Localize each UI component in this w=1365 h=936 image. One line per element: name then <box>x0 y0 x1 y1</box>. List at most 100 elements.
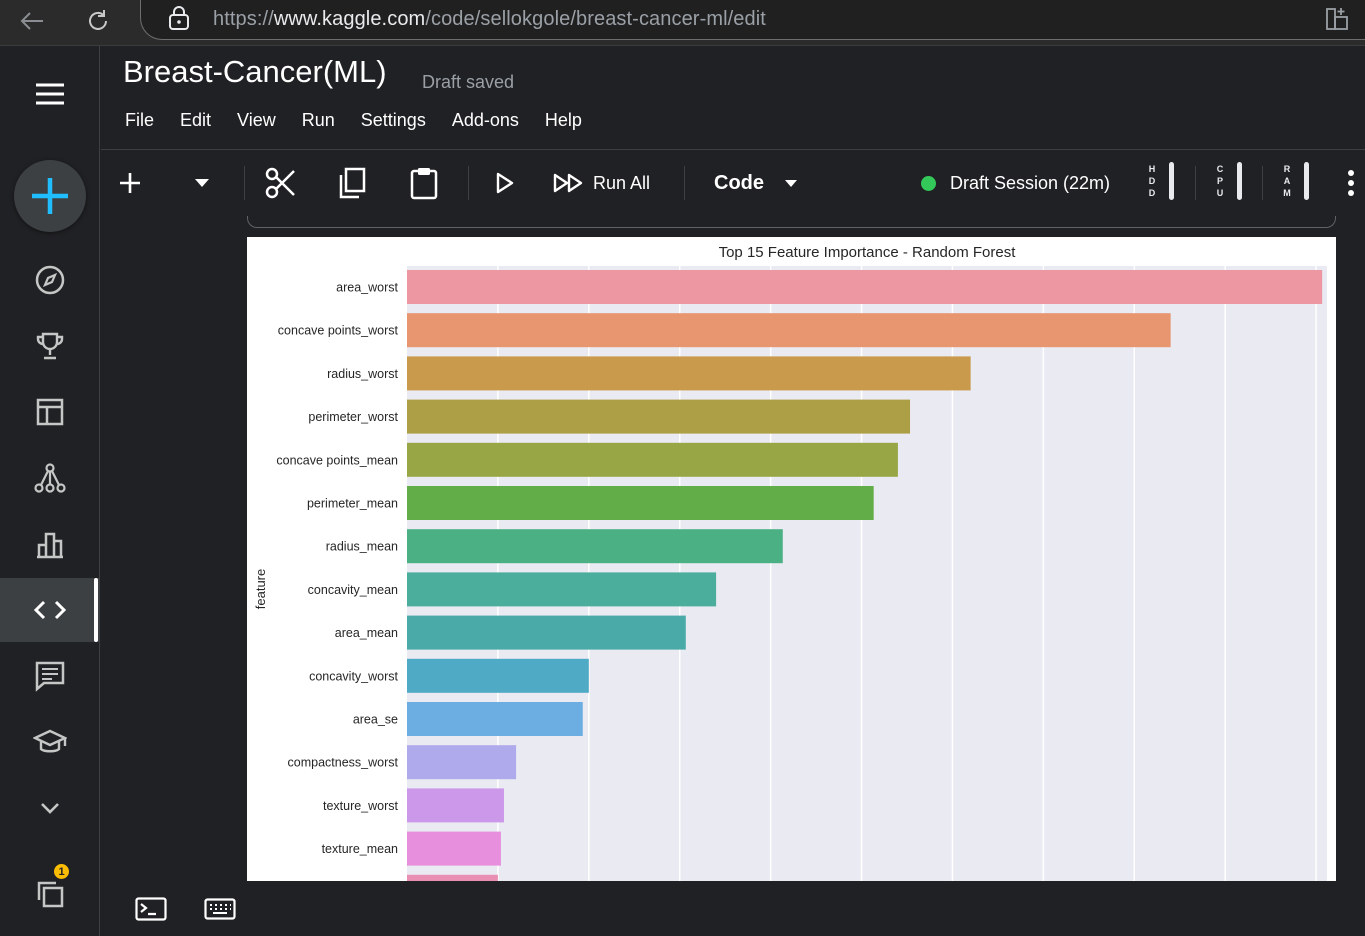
chart-bar <box>407 313 1171 348</box>
run-all-label: Run All <box>593 172 651 193</box>
more-vertical-icon <box>1348 170 1354 196</box>
trophy-icon <box>36 332 64 360</box>
reload-button[interactable] <box>81 4 115 38</box>
menu-add-ons[interactable]: Add-ons <box>452 110 519 131</box>
keyboard-shortcuts-button[interactable] <box>203 895 237 923</box>
discussion-icon <box>35 661 65 692</box>
more-options-button[interactable] <box>1341 164 1361 202</box>
menu-settings[interactable]: Settings <box>361 110 426 131</box>
copy-cell-button[interactable] <box>335 164 369 202</box>
menu-file[interactable]: File <box>125 110 154 131</box>
menu-edit[interactable]: Edit <box>180 110 211 131</box>
y-tick-label: concave points_worst <box>278 324 399 338</box>
ram-label: RAM <box>1283 164 1291 198</box>
url-path: /code/sellokgole/breast-cancer-ml/edit <box>425 8 766 30</box>
cell-output: Top 15 Feature Importance - Random Fores… <box>247 237 1336 881</box>
back-button[interactable] <box>15 4 49 38</box>
hamburger-menu-button[interactable] <box>0 62 100 126</box>
chart-bar <box>407 615 686 650</box>
copy-stack-icon <box>37 881 64 908</box>
sidebar-item-code[interactable] <box>0 578 100 642</box>
terminal-icon <box>135 897 167 921</box>
chart-bar <box>407 486 874 520</box>
copy-icon <box>339 167 366 199</box>
y-tick-label: concavity_mean <box>308 583 398 597</box>
hdd-usage-bar <box>1169 162 1174 200</box>
sidebar-item-competitions[interactable] <box>0 314 100 378</box>
session-status-dot <box>921 175 936 191</box>
url-text[interactable]: https://www.kaggle.com/code/sellokgole/b… <box>213 8 766 31</box>
session-label: Draft Session (22m) <box>950 172 1111 193</box>
paste-cell-button[interactable] <box>407 164 441 202</box>
hdd-meter[interactable]: HDD <box>1147 162 1174 200</box>
chart-title: Top 15 Feature Importance - Random Fores… <box>719 244 1017 261</box>
sidebar-item-discussions[interactable] <box>0 644 100 708</box>
toolbar-divider <box>244 166 245 200</box>
notebook-title[interactable]: Breast-Cancer(ML) <box>123 54 387 90</box>
console-button[interactable] <box>134 895 168 923</box>
learn-icon <box>33 729 67 753</box>
create-button[interactable] <box>14 160 86 232</box>
notebook-header: Breast-Cancer(ML) Draft saved File Edit … <box>101 46 1365 150</box>
chart-bar <box>407 572 717 607</box>
chart-bar <box>407 702 583 736</box>
lock-icon[interactable] <box>167 5 191 36</box>
y-tick-label: perimeter_worst <box>308 410 398 424</box>
notebook-toolbar: Run All Code Draft Session (22m) HDD CPU… <box>101 150 1365 216</box>
caret-down-icon <box>195 179 209 187</box>
hamburger-icon <box>36 83 64 105</box>
y-tick-label: concave points_mean <box>276 453 398 467</box>
sidebar-item-datasets[interactable] <box>0 380 100 444</box>
run-cell-button[interactable] <box>491 164 519 202</box>
menu-view[interactable]: View <box>237 110 276 131</box>
y-tick-label: area_worst <box>336 281 398 295</box>
notebook-editor: Top 15 Feature Importance - Random Fores… <box>101 216 1365 881</box>
chart-bar <box>407 745 517 780</box>
menu-bar: File Edit View Run Settings Add-ons Help <box>125 110 608 131</box>
cpu-meter[interactable]: CPU <box>1215 162 1242 200</box>
menu-help[interactable]: Help <box>545 110 582 131</box>
code-cell-edge[interactable] <box>247 216 1336 228</box>
url-host: www.kaggle.com <box>273 8 426 30</box>
menu-run[interactable]: Run <box>302 110 335 131</box>
bar-chart-icon <box>37 532 63 559</box>
session-status[interactable]: Draft Session (22m) <box>921 164 1110 202</box>
cpu-usage-bar <box>1237 162 1242 200</box>
sidebar-item-benchmarks[interactable] <box>0 512 100 576</box>
sidebar-item-models[interactable] <box>0 446 100 510</box>
sidebar-item-discover[interactable] <box>0 248 100 312</box>
y-tick-label: compactness_worst <box>288 756 399 770</box>
add-cell-button[interactable] <box>115 164 145 202</box>
sidebar-item-learn[interactable] <box>0 710 100 774</box>
ram-meter[interactable]: RAM <box>1282 162 1309 200</box>
reload-icon <box>89 10 107 30</box>
bottom-bar <box>101 881 1365 936</box>
add-cell-dropdown[interactable] <box>189 164 215 202</box>
compass-icon <box>35 265 65 295</box>
left-sidebar: 1 <box>0 46 100 936</box>
sidebar-item-more[interactable] <box>0 776 100 840</box>
toolbar-divider <box>1262 166 1263 200</box>
chart-bar <box>407 442 898 477</box>
cell-type-select[interactable]: Code <box>714 164 798 202</box>
clipboard-icon <box>410 168 438 200</box>
chart-bar <box>407 831 501 866</box>
cut-cell-button[interactable] <box>263 164 299 202</box>
play-icon <box>496 172 514 194</box>
y-axis-label: feature <box>253 569 268 609</box>
table-icon <box>36 398 64 426</box>
chart-bar <box>407 788 504 823</box>
split-screen-icon[interactable] <box>1324 6 1350 37</box>
feature-importance-chart: Top 15 Feature Importance - Random Fores… <box>253 244 1327 881</box>
caret-down-icon <box>785 179 797 187</box>
plus-icon <box>32 178 68 214</box>
sidebar-item-your-work[interactable] <box>0 862 100 926</box>
plus-icon <box>120 173 140 193</box>
models-icon <box>34 463 66 493</box>
browser-bar: https://www.kaggle.com/code/sellokgole/b… <box>0 0 1365 46</box>
save-status: Draft saved <box>422 72 515 92</box>
run-all-button[interactable]: Run All <box>553 164 650 202</box>
toolbar-divider <box>1195 166 1196 200</box>
arrow-left-icon <box>20 12 43 30</box>
y-tick-label: concavity_worst <box>309 669 398 683</box>
